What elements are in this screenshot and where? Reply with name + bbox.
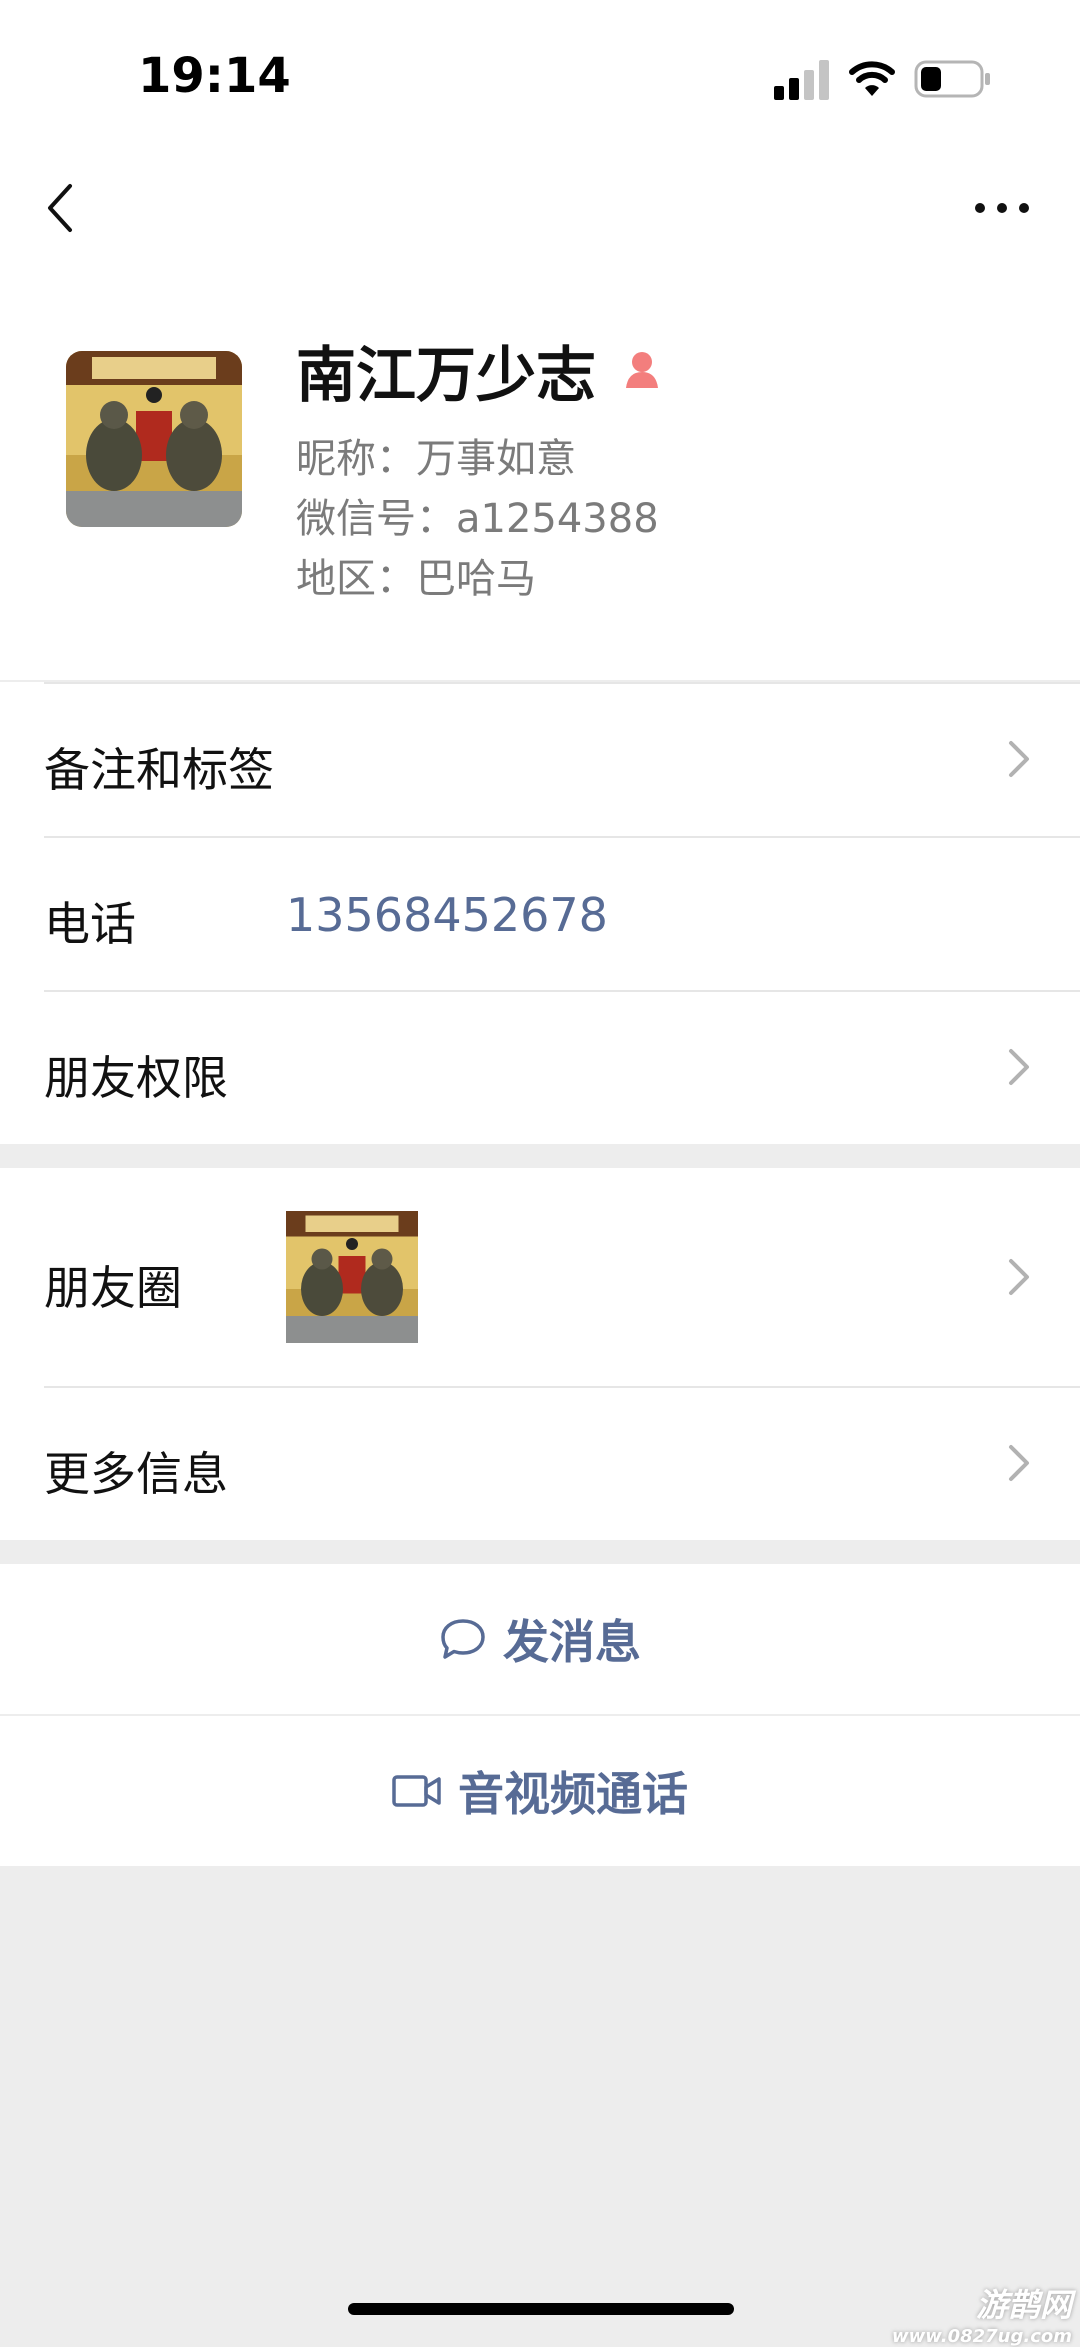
moments-label: 朋友圈: [44, 1261, 182, 1315]
battery-icon: [914, 60, 990, 98]
back-arrow-icon[interactable]: [40, 178, 84, 238]
more-info-label: 更多信息: [44, 1447, 228, 1501]
moments-thumbnail-image: [286, 1211, 418, 1343]
name-row: 南江万少志: [296, 334, 664, 411]
contact-name: 南江万少志: [296, 340, 596, 411]
moments-cell[interactable]: 朋友圈: [0, 1168, 1080, 1386]
av-call-button[interactable]: 音视频通话: [0, 1716, 1080, 1866]
remarks-tags-label: 备注和标签: [44, 743, 274, 797]
send-message-button[interactable]: 发消息: [0, 1564, 1080, 1714]
watermark-url: www.0827ug.com: [892, 2326, 1072, 2347]
more-info-cell[interactable]: 更多信息: [0, 1386, 1080, 1540]
female-icon: [626, 352, 658, 388]
phone-cell[interactable]: 电话 13568452678: [0, 836, 1080, 990]
video-camera-icon: [392, 1775, 441, 1807]
phone-number-link[interactable]: 13568452678: [286, 888, 608, 942]
send-message-label: 发消息: [503, 1615, 641, 1669]
signal-icon: [774, 60, 829, 100]
remarks-tags-cell[interactable]: 备注和标签: [0, 682, 1080, 836]
moments-thumbnail: [286, 1211, 418, 1343]
status-time: 19:14: [138, 48, 291, 104]
av-call-label: 音视频通话: [458, 1767, 688, 1821]
friend-permissions-cell[interactable]: 朋友权限: [0, 990, 1080, 1144]
chevron-right-icon: [1009, 1049, 1029, 1085]
nickname: 昵称：万事如意: [296, 436, 576, 482]
chat-bubble-icon: [441, 1619, 485, 1659]
chevron-right-icon: [1009, 741, 1029, 777]
wifi-icon: [849, 61, 895, 96]
friend-permissions-label: 朋友权限: [44, 1051, 228, 1105]
region: 地区：巴哈马: [296, 556, 536, 602]
chevron-right-icon: [1009, 1259, 1029, 1295]
home-indicator[interactable]: [348, 2303, 734, 2315]
watermark-title: 游鹊网: [975, 2286, 1072, 2324]
avatar[interactable]: [66, 351, 242, 527]
watermark: 游鹊网 www.0827ug.com: [892, 2280, 1072, 2347]
wechat-id: 微信号：a1254388: [296, 496, 659, 542]
more-icon[interactable]: [972, 196, 1032, 220]
avatar-image: [66, 351, 242, 527]
chevron-right-icon: [1009, 1445, 1029, 1481]
phone-label: 电话: [44, 897, 136, 951]
